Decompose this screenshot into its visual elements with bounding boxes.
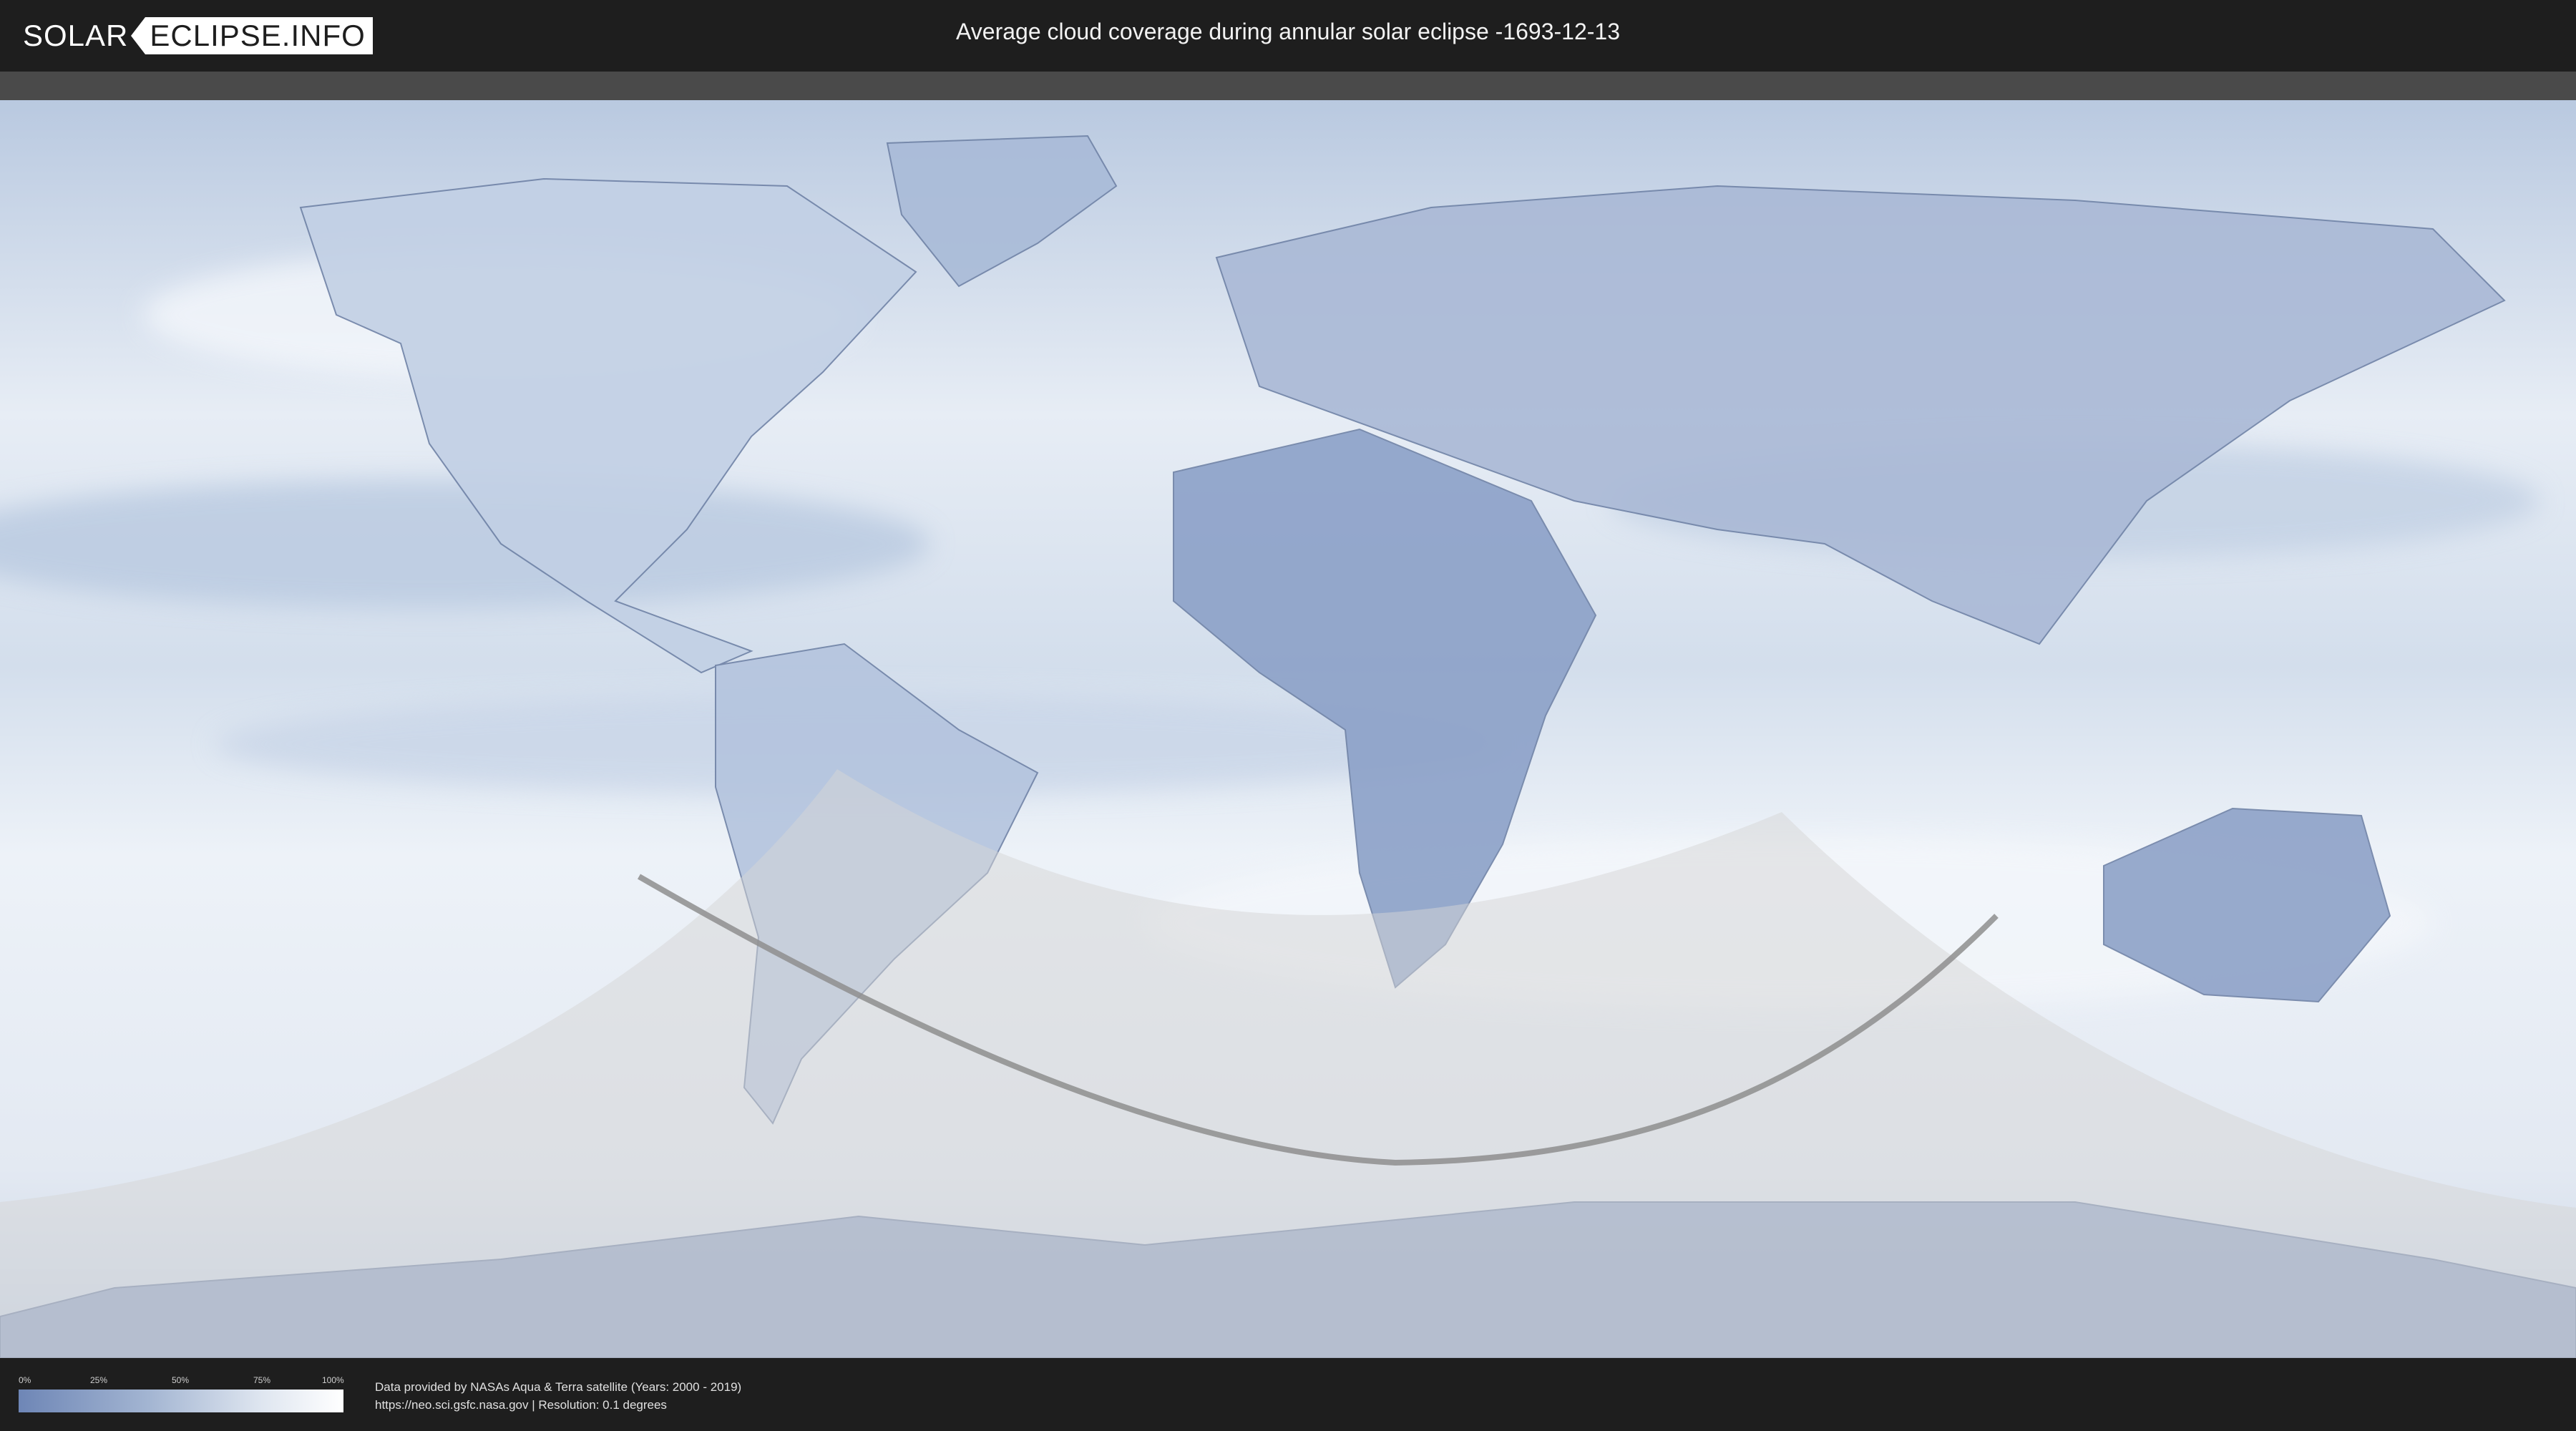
legend-tick-50: 50% [172,1375,190,1385]
legend-tick-100: 100% [322,1375,344,1385]
page-title: Average cloud coverage during annular so… [956,19,1620,44]
data-credits: Data provided by NASAs Aqua & Terra sate… [375,1378,741,1414]
legend-gradient-bar [19,1390,343,1412]
cloud-coverage-map [0,100,2576,1358]
divider-band [0,72,2576,100]
credits-line-1: Data provided by NASAs Aqua & Terra sate… [375,1380,742,1394]
credits-line-2: https://neo.sci.gsfc.nasa.gov | Resoluti… [375,1398,667,1412]
legend-tick-0: 0% [19,1375,31,1385]
legend-tick-25: 25% [90,1375,108,1385]
legend-tick-75: 75% [253,1375,271,1385]
header-bar: SOLAR ECLIPSE.INFO Average cloud coverag… [0,0,2576,72]
legend-ticks: 0% 25% 50% 75% 100% [19,1375,344,1390]
cloud-coverage-legend: 0% 25% 50% 75% 100% [19,1375,344,1412]
